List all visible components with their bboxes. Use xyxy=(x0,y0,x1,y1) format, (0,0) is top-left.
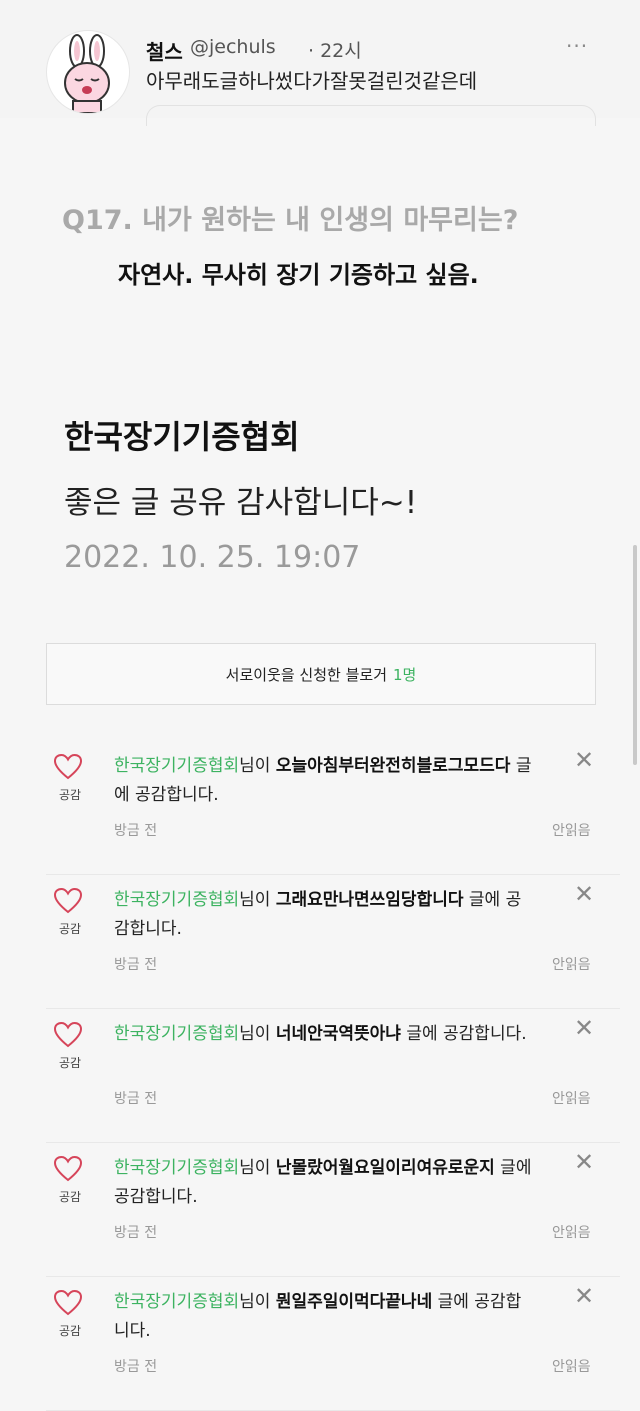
notification-suffix: 글에 공감합니다. xyxy=(400,1024,527,1044)
answer-text: 자연사. 무사히 장기 기증하고 싶음. xyxy=(118,261,479,289)
close-icon[interactable]: ✕ xyxy=(574,1282,594,1310)
neighbor-request-banner[interactable]: 서로이웃을 신청한 블로거 1명 xyxy=(46,643,596,705)
bunny-avatar-icon xyxy=(64,34,110,113)
close-icon[interactable]: ✕ xyxy=(574,1014,594,1042)
close-icon[interactable]: ✕ xyxy=(574,880,594,908)
notification-user[interactable]: 한국장기기증협회 xyxy=(114,890,239,910)
notification-user[interactable]: 한국장기기증협회 xyxy=(114,1024,239,1044)
question-text: Q17. 내가 원하는 내 인생의 마무리는? xyxy=(62,205,519,236)
notification-body: 한국장기기증협회님이 뭔일주일이먹다끝나네 글에 공감합니다. xyxy=(114,1288,534,1346)
notification-user[interactable]: 한국장기기증협회 xyxy=(114,1292,239,1312)
notification-connector: 님이 xyxy=(239,890,276,910)
comment-author[interactable]: 한국장기기증협회 xyxy=(64,412,300,458)
tweet-text: 아무래도글하나썼다가잘못걸린것같은데 xyxy=(146,69,478,93)
unread-status: 안읽음 xyxy=(552,957,591,973)
notification-post-title[interactable]: 그래요만나면쓰임당합니다 xyxy=(276,890,464,910)
notification-item[interactable]: 공감 한국장기기증협회님이 오늘아침부터완전히블로그모드다 글에 공감합니다. 방금… xyxy=(46,740,620,875)
neighbor-request-count: 1명 xyxy=(393,665,417,684)
heart-label: 공감 xyxy=(58,1056,82,1070)
tweet-user-name[interactable]: 철스 xyxy=(146,36,183,65)
notification-post-title[interactable]: 뭔일주일이먹다끝나네 xyxy=(276,1292,432,1312)
notification-time: 방금 전 xyxy=(114,1091,158,1107)
unread-status: 안읽음 xyxy=(552,1225,591,1241)
comment-text: 좋은 글 공유 감사합니다~! xyxy=(64,485,418,521)
notification-post-title[interactable]: 너네안국역뜻아냐 xyxy=(276,1024,401,1044)
notification-time: 방금 전 xyxy=(114,823,158,839)
heart-icon[interactable] xyxy=(54,1156,82,1182)
notification-connector: 님이 xyxy=(239,1292,276,1312)
notification-body: 한국장기기증협회님이 난몰랐어월요일이리여유로운지 글에 공감합니다. xyxy=(114,1154,534,1212)
close-icon[interactable]: ✕ xyxy=(574,1148,594,1176)
scrollbar[interactable] xyxy=(633,545,637,765)
heart-icon[interactable] xyxy=(54,754,82,780)
notification-body: 한국장기기증협회님이 오늘아침부터완전히블로그모드다 글에 공감합니다. xyxy=(114,752,534,810)
heart-label: 공감 xyxy=(58,1190,82,1204)
notification-connector: 님이 xyxy=(239,756,276,776)
unread-status: 안읽음 xyxy=(552,823,591,839)
close-icon[interactable]: ✕ xyxy=(574,746,594,774)
notification-item[interactable]: 공감 한국장기기증협회님이 뭔일주일이먹다끝나네 글에 공감합니다. 방금 전 ✕ 안읽… xyxy=(46,1276,620,1411)
heart-label: 공감 xyxy=(58,1324,82,1338)
quoted-image-frame[interactable] xyxy=(146,105,596,126)
notification-user[interactable]: 한국장기기증협회 xyxy=(114,1158,239,1178)
tweet-timestamp[interactable]: · 22시 xyxy=(308,36,362,63)
notification-connector: 님이 xyxy=(239,1024,276,1044)
notification-body: 한국장기기증협회님이 그래요만나면쓰임당합니다 글에 공감합니다. xyxy=(114,886,534,944)
notification-post-title[interactable]: 난몰랐어월요일이리여유로운지 xyxy=(276,1158,495,1178)
tweet-user-handle[interactable]: @jechuls xyxy=(190,36,276,58)
heart-icon[interactable] xyxy=(54,1290,82,1316)
notification-time: 방금 전 xyxy=(114,957,158,973)
heart-label: 공감 xyxy=(58,788,82,802)
tweet-header: 철스 @jechuls · 22시 아무래도글하나썼다가잘못걸린것같은데 ··· xyxy=(0,0,640,126)
notification-item[interactable]: 공감 한국장기기증협회님이 너네안국역뜻아냐 글에 공감합니다. 방금 전 ✕ 안읽음 xyxy=(46,1008,620,1143)
heart-icon[interactable] xyxy=(54,888,82,914)
notification-body: 한국장기기증협회님이 너네안국역뜻아냐 글에 공감합니다. xyxy=(114,1020,534,1049)
more-icon[interactable]: ··· xyxy=(566,34,588,58)
avatar[interactable] xyxy=(46,30,130,114)
notification-time: 방금 전 xyxy=(114,1225,158,1241)
heart-label: 공감 xyxy=(58,922,82,936)
unread-status: 안읽음 xyxy=(552,1091,591,1107)
notification-item[interactable]: 공감 한국장기기증협회님이 난몰랐어월요일이리여유로운지 글에 공감합니다. 방금 … xyxy=(46,1142,620,1277)
unread-status: 안읽음 xyxy=(552,1359,591,1375)
notification-item[interactable]: 공감 한국장기기증협회님이 그래요만나면쓰임당합니다 글에 공감합니다. 방금 전 ✕… xyxy=(46,874,620,1009)
notification-time: 방금 전 xyxy=(114,1359,158,1375)
heart-icon[interactable] xyxy=(54,1022,82,1048)
comment-date: 2022. 10. 25. 19:07 xyxy=(64,540,361,575)
neighbor-request-label: 서로이웃을 신청한 블로거 xyxy=(225,665,387,684)
notification-user[interactable]: 한국장기기증협회 xyxy=(114,756,239,776)
notification-post-title[interactable]: 오늘아침부터완전히블로그모드다 xyxy=(276,756,511,776)
notification-connector: 님이 xyxy=(239,1158,276,1178)
